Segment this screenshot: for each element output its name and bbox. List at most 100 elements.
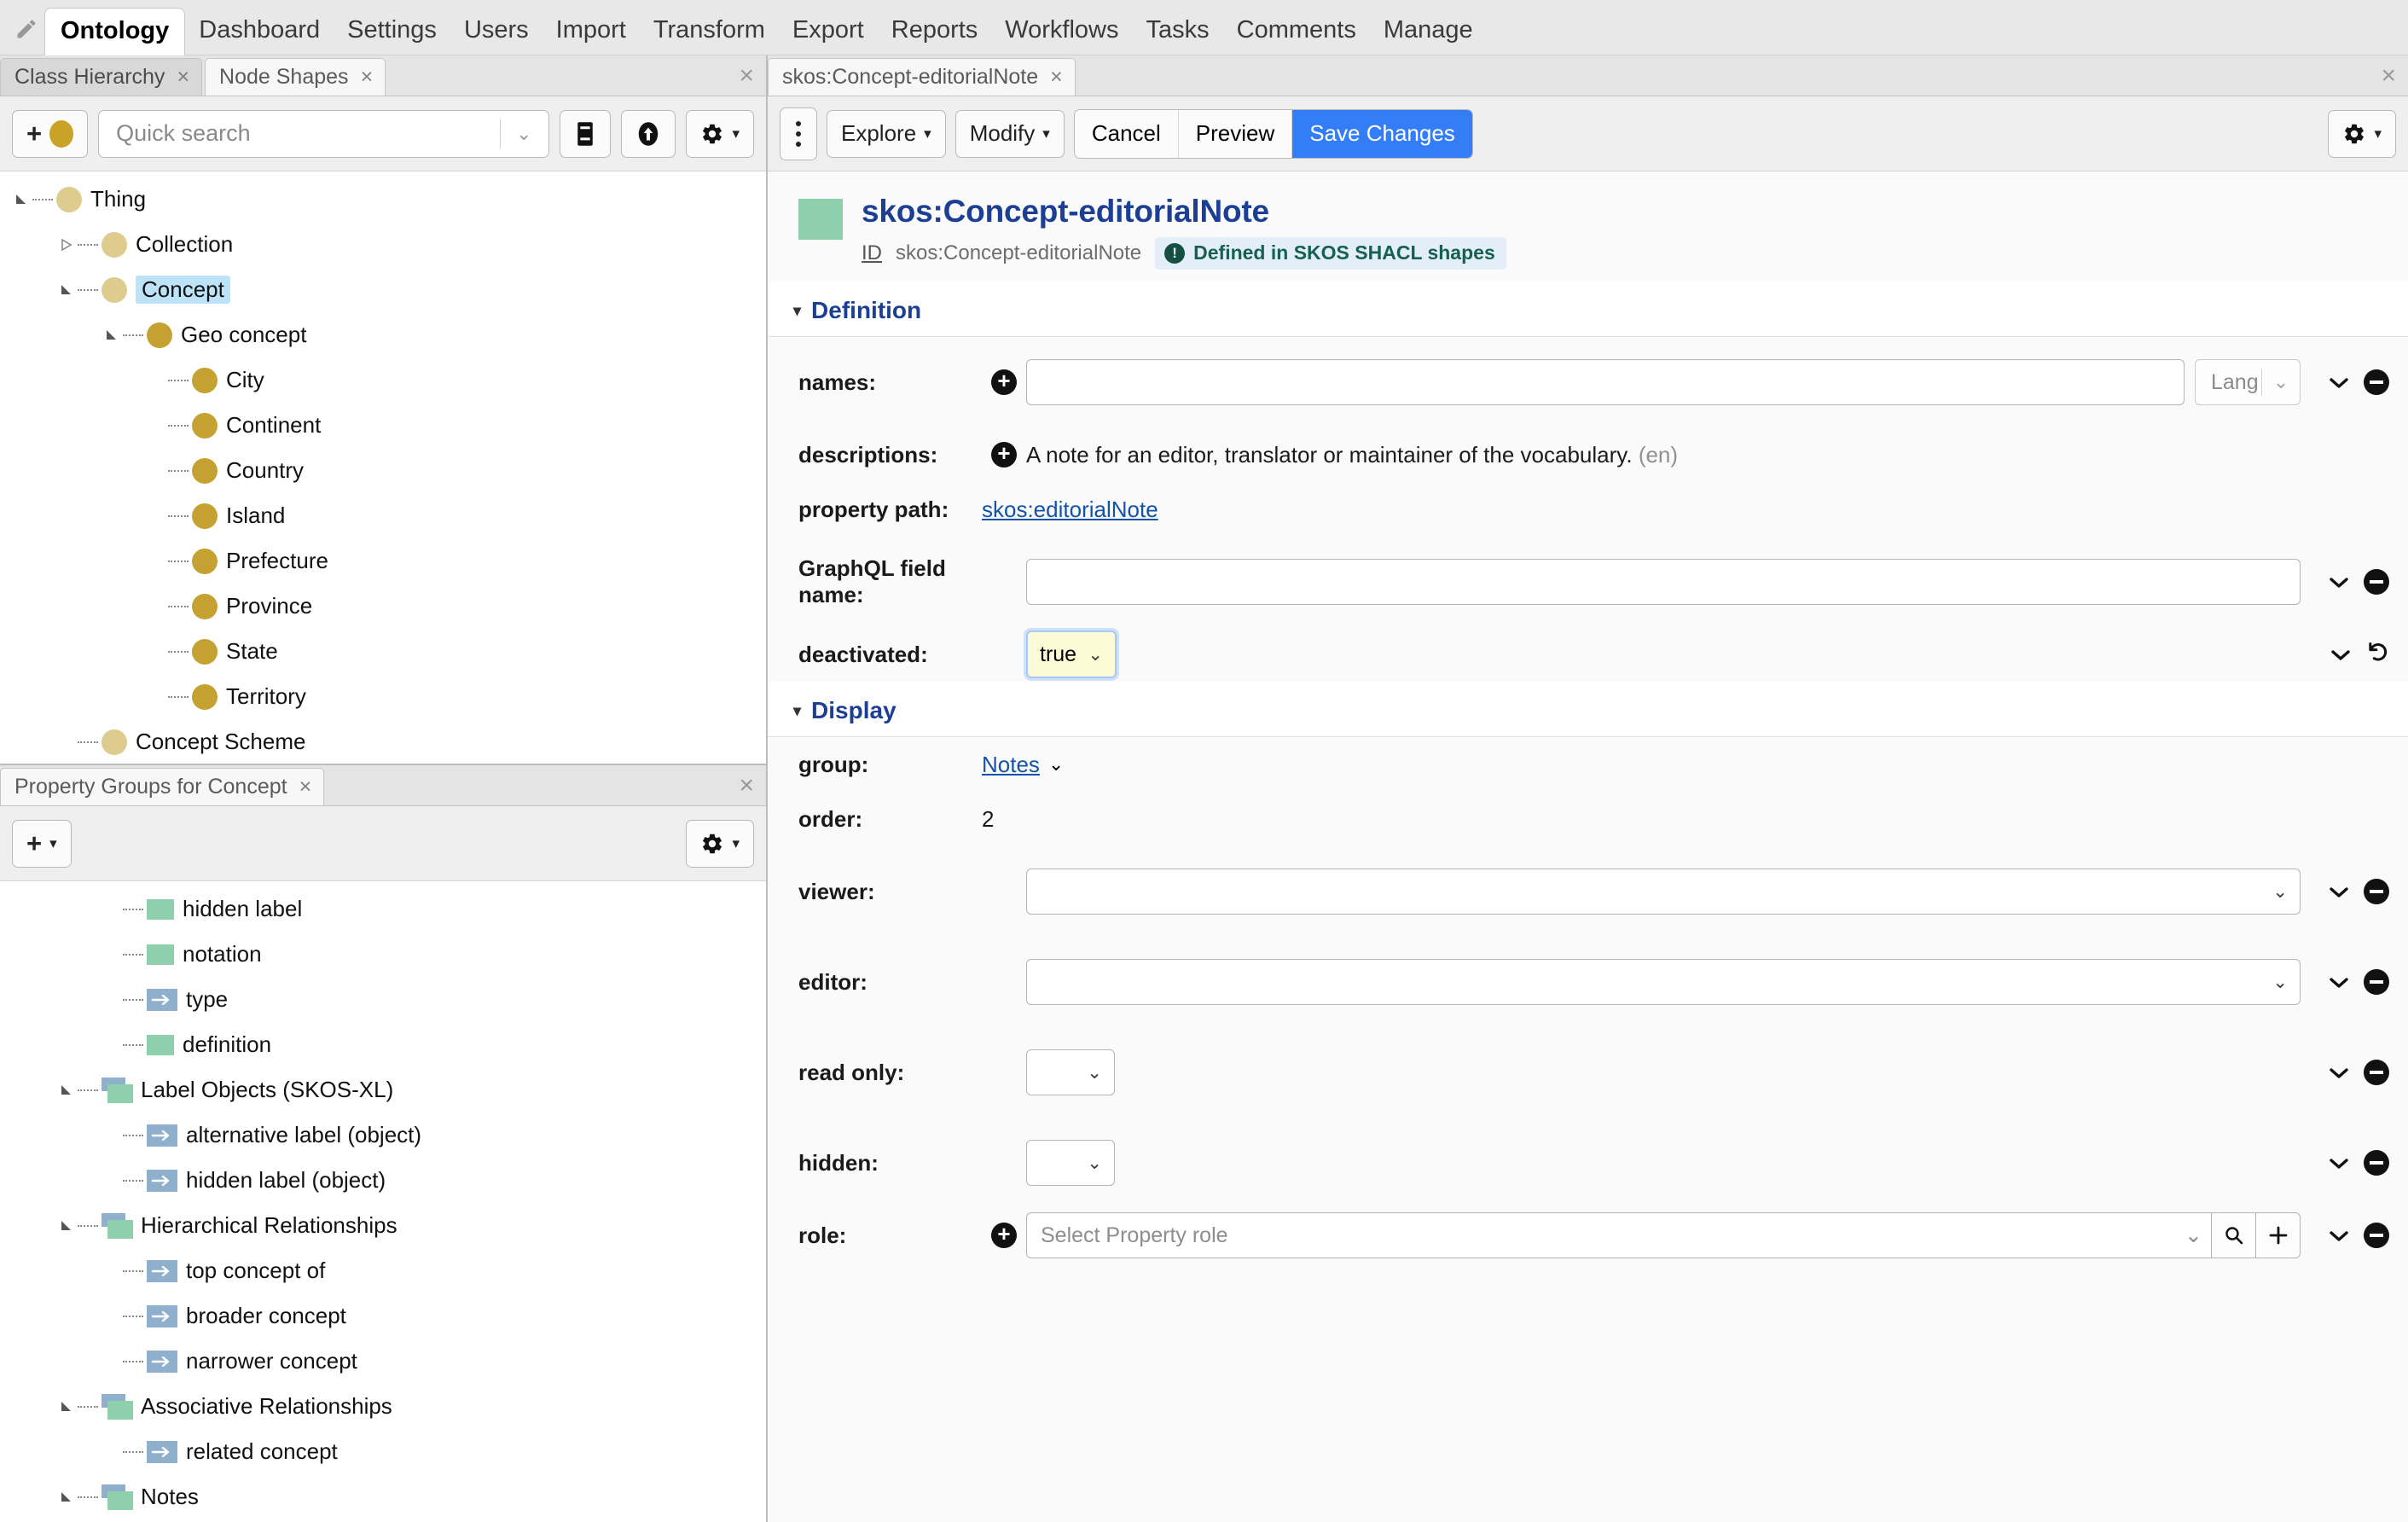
add-value-button[interactable]: + bbox=[982, 1223, 1026, 1248]
hidden-select[interactable]: ⌄ bbox=[1026, 1140, 1115, 1186]
remove-icon[interactable] bbox=[2364, 969, 2389, 995]
menu-item-settings[interactable]: Settings bbox=[334, 8, 450, 55]
property-groups-tree[interactable]: hidden labelnotationtypedefinitionLabel … bbox=[0, 881, 766, 1522]
left-panel-tab[interactable]: Node Shapes× bbox=[205, 58, 386, 96]
tree-collapse-icon[interactable] bbox=[57, 1397, 76, 1416]
chevron-down-icon[interactable] bbox=[2330, 1224, 2348, 1247]
menu-item-workflows[interactable]: Workflows bbox=[991, 8, 1132, 55]
property-path-link[interactable]: skos:editorialNote bbox=[982, 497, 1158, 523]
deactivated-select[interactable]: true⌄ bbox=[1026, 630, 1117, 678]
tree-item[interactable]: Island bbox=[0, 493, 766, 538]
tree-collapse-icon[interactable] bbox=[57, 1217, 76, 1235]
remove-icon[interactable] bbox=[2364, 1150, 2389, 1176]
tree-item[interactable]: related concept bbox=[0, 1429, 766, 1474]
tree-item[interactable]: Label Objects (SKOS-XL) bbox=[0, 1067, 766, 1112]
tree-item[interactable]: Concept bbox=[0, 267, 766, 312]
menu-item-import[interactable]: Import bbox=[543, 8, 640, 55]
menu-item-transform[interactable]: Transform bbox=[640, 8, 779, 55]
chevron-down-icon[interactable]: ⌄ bbox=[516, 123, 545, 145]
close-icon[interactable]: × bbox=[177, 67, 189, 88]
language-selector[interactable]: Lang⌄ bbox=[2195, 359, 2301, 405]
menu-item-dashboard[interactable]: Dashboard bbox=[185, 8, 334, 55]
remove-icon[interactable] bbox=[2364, 569, 2389, 595]
tree-item[interactable]: Territory bbox=[0, 674, 766, 719]
tree-item[interactable]: definition bbox=[0, 1022, 766, 1067]
close-icon[interactable]: × bbox=[361, 67, 374, 88]
chevron-down-icon[interactable] bbox=[2330, 880, 2348, 903]
left-panel-settings-button[interactable]: ▾ bbox=[686, 110, 754, 158]
upload-button[interactable] bbox=[621, 110, 676, 158]
bottom-panel-tab[interactable]: Property Groups for Concept× bbox=[0, 768, 324, 805]
bottom-panel-settings-button[interactable]: ▾ bbox=[686, 820, 754, 868]
tree-item[interactable]: Continent bbox=[0, 403, 766, 448]
tree-item[interactable]: alternative label (object) bbox=[0, 1112, 766, 1158]
tree-item[interactable]: top concept of bbox=[0, 1248, 766, 1293]
menu-item-ontology[interactable]: Ontology bbox=[44, 8, 185, 55]
tree-collapse-icon[interactable] bbox=[12, 190, 31, 209]
left-panel-tab[interactable]: Class Hierarchy× bbox=[0, 58, 202, 96]
menu-item-manage[interactable]: Manage bbox=[1370, 8, 1487, 55]
tree-expand-icon[interactable] bbox=[57, 235, 76, 254]
tree-item[interactable]: Thing bbox=[0, 177, 766, 222]
tree-item[interactable]: Geo concept bbox=[0, 312, 766, 357]
tree-item[interactable]: Prefecture bbox=[0, 538, 766, 584]
tree-collapse-icon[interactable] bbox=[102, 326, 121, 345]
quick-search-box[interactable]: Quick search ⌄ bbox=[98, 110, 549, 158]
tree-item[interactable]: Country bbox=[0, 448, 766, 493]
menu-item-users[interactable]: Users bbox=[450, 8, 543, 55]
menu-item-tasks[interactable]: Tasks bbox=[1133, 8, 1223, 55]
search-input[interactable]: Quick search bbox=[116, 120, 500, 147]
tree-item[interactable]: type bbox=[0, 977, 766, 1022]
kebab-menu-icon[interactable] bbox=[780, 107, 817, 160]
add-value-button[interactable]: + bbox=[982, 442, 1026, 468]
remove-icon[interactable] bbox=[2364, 1060, 2389, 1085]
right-panel-tab[interactable]: skos:Concept-editorialNote× bbox=[768, 58, 1076, 96]
pencil-icon[interactable] bbox=[9, 10, 44, 55]
modify-button[interactable]: Modify ▾ bbox=[955, 110, 1065, 158]
tree-item[interactable]: narrower concept bbox=[0, 1339, 766, 1384]
group-selector[interactable]: Notes⌄ bbox=[982, 752, 1064, 778]
right-panel-close-icon[interactable]: × bbox=[2381, 63, 2396, 89]
editor-select[interactable]: ⌄ bbox=[1026, 959, 2301, 1005]
menu-item-reports[interactable]: Reports bbox=[878, 8, 992, 55]
tree-item[interactable]: hidden label (object) bbox=[0, 1158, 766, 1203]
tree-item[interactable]: hidden label bbox=[0, 886, 766, 932]
close-icon[interactable]: × bbox=[1050, 67, 1063, 88]
preview-button[interactable]: Preview bbox=[1179, 110, 1292, 158]
viewer-select[interactable]: ⌄ bbox=[1026, 868, 2301, 915]
explore-button[interactable]: Explore ▾ bbox=[827, 110, 946, 158]
chevron-down-icon[interactable]: ⌄ bbox=[2272, 972, 2288, 993]
close-icon[interactable]: × bbox=[299, 776, 312, 798]
chevron-down-icon[interactable]: ⌄ bbox=[1048, 753, 1064, 776]
chevron-down-icon[interactable] bbox=[2331, 643, 2350, 666]
section-header-display[interactable]: ▾Display bbox=[768, 682, 2408, 737]
add-value-button[interactable]: + bbox=[982, 369, 1026, 395]
graphql-field-name-input[interactable] bbox=[1026, 559, 2301, 605]
plus-circle-icon[interactable]: + bbox=[991, 442, 1017, 468]
chevron-down-icon[interactable] bbox=[2330, 1061, 2348, 1084]
remove-icon[interactable] bbox=[2364, 369, 2389, 395]
tree-item[interactable]: Hierarchical Relationships bbox=[0, 1203, 766, 1248]
tree-collapse-icon[interactable] bbox=[57, 281, 76, 299]
chevron-down-icon[interactable] bbox=[2330, 371, 2348, 394]
save-changes-button[interactable]: Save Changes bbox=[1292, 110, 1472, 158]
left-panel-close-icon[interactable]: × bbox=[739, 63, 754, 89]
menu-item-comments[interactable]: Comments bbox=[1223, 8, 1370, 55]
tree-collapse-icon[interactable] bbox=[57, 1488, 76, 1507]
book-view-button[interactable] bbox=[560, 110, 611, 158]
chevron-down-icon[interactable]: ⌄ bbox=[1088, 644, 1103, 665]
chevron-down-icon[interactable] bbox=[2330, 571, 2348, 594]
tree-item[interactable]: broader concept bbox=[0, 1293, 766, 1339]
chevron-down-icon[interactable] bbox=[2330, 971, 2348, 994]
search-icon[interactable] bbox=[2212, 1212, 2256, 1258]
tree-collapse-icon[interactable] bbox=[57, 1081, 76, 1100]
read-only-select[interactable]: ⌄ bbox=[1026, 1049, 1115, 1095]
chevron-down-icon[interactable]: ⌄ bbox=[2272, 881, 2288, 903]
class-hierarchy-tree[interactable]: ThingCollectionConceptGeo conceptCityCon… bbox=[0, 171, 766, 764]
chevron-down-icon[interactable] bbox=[2330, 1152, 2348, 1175]
names-input[interactable] bbox=[1026, 359, 2185, 405]
role-input[interactable]: Select Property role⌄ bbox=[1026, 1212, 2212, 1258]
section-header-definition[interactable]: ▾Definition bbox=[768, 282, 2408, 337]
bottom-panel-close-icon[interactable]: × bbox=[739, 773, 754, 799]
remove-icon[interactable] bbox=[2364, 879, 2389, 904]
